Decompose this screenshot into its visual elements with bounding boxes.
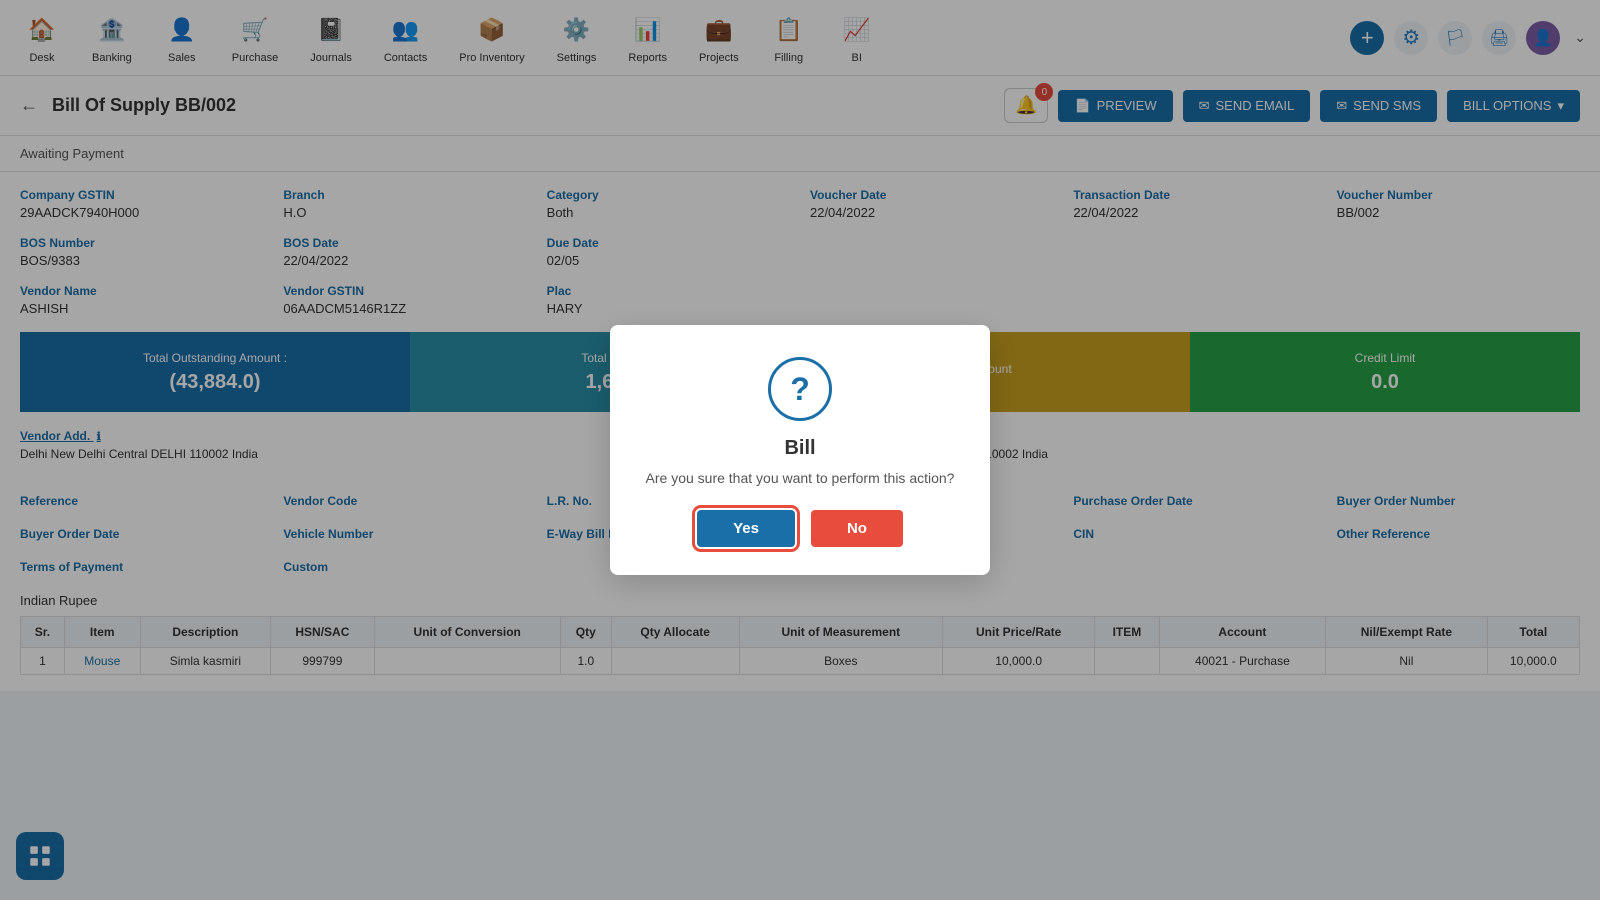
modal-title: Bill — [640, 437, 960, 460]
confirmation-modal: ? Bill Are you sure that you want to per… — [610, 325, 990, 575]
modal-no-button[interactable]: No — [811, 510, 903, 547]
modal-overlay: ? Bill Are you sure that you want to per… — [0, 0, 1600, 900]
modal-buttons: Yes No — [640, 510, 960, 547]
modal-question-icon: ? — [768, 357, 832, 421]
modal-yes-button[interactable]: Yes — [697, 510, 795, 547]
modal-message: Are you sure that you want to perform th… — [640, 470, 960, 486]
